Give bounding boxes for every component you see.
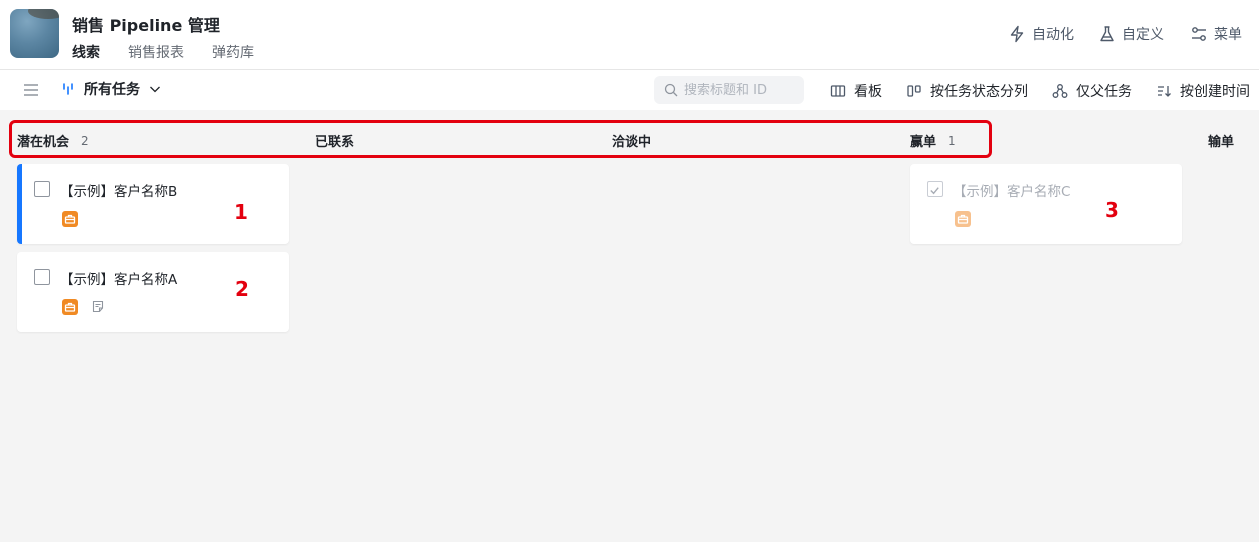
search-input[interactable]: [684, 82, 794, 98]
sort-by-created-button[interactable]: 按创建时间: [1156, 81, 1250, 101]
view-selector[interactable]: 所有任务: [60, 79, 162, 99]
board-icon: [830, 85, 846, 97]
task-title: 【示例】客户名称B: [60, 184, 178, 200]
search-box[interactable]: [654, 76, 804, 104]
menu-label: 菜单: [1214, 27, 1242, 43]
tab-resource-library[interactable]: 弹药库: [212, 42, 254, 62]
annotation-marker-1: 1: [234, 200, 248, 224]
hierarchy-icon: [1052, 84, 1068, 98]
app-header: 销售 Pipeline 管理 线索 销售报表 弹药库 自动化 自定义 菜单: [0, 0, 1259, 72]
toolbar: 所有任务 看板 按任务状态分列 仅父任务 按创建时间: [0, 70, 1259, 110]
column-header-lost: 输单: [1208, 131, 1234, 150]
hamburger-icon[interactable]: [22, 81, 40, 99]
briefcase-icon: [955, 211, 971, 227]
note-icon: [92, 300, 104, 313]
task-checkbox[interactable]: [34, 269, 50, 285]
group-by-status-button[interactable]: 按任务状态分列: [906, 81, 1028, 101]
board-view-label: 看板: [854, 84, 882, 100]
automation-label: 自动化: [1032, 27, 1074, 43]
app-avatar[interactable]: [10, 9, 59, 58]
tab-leads[interactable]: 线索: [72, 42, 100, 72]
task-checkbox[interactable]: [34, 181, 50, 197]
view-selector-label: 所有任务: [84, 82, 140, 98]
settings-sliders-icon: [1192, 27, 1206, 41]
task-title: 【示例】客户名称C: [953, 184, 1071, 200]
page-title: 销售 Pipeline 管理: [72, 16, 220, 35]
sort-icon: [1158, 86, 1171, 97]
automation-button[interactable]: 自动化: [1008, 24, 1074, 44]
view-list-icon: [63, 83, 73, 95]
annotation-marker-2: 2: [235, 277, 249, 301]
checkmark-icon: [930, 187, 939, 195]
task-checkbox-checked[interactable]: [927, 181, 943, 197]
flask-icon: [1100, 26, 1114, 42]
briefcase-icon: [62, 299, 78, 315]
tab-sales-report[interactable]: 销售报表: [128, 42, 184, 62]
chevron-down-icon: [150, 86, 160, 93]
parent-tasks-only-button[interactable]: 仅父任务: [1052, 81, 1132, 101]
customize-button[interactable]: 自定义: [1098, 24, 1164, 44]
parent-tasks-only-label: 仅父任务: [1076, 84, 1132, 100]
task-card[interactable]: 【示例】客户名称B: [17, 164, 289, 244]
board-view-button[interactable]: 看板: [830, 81, 882, 101]
search-icon: [664, 83, 678, 97]
menu-button[interactable]: 菜单: [1190, 24, 1242, 44]
highlight-annotation-box: [9, 120, 992, 158]
column-title: 输单: [1208, 135, 1235, 150]
annotation-marker-3: 3: [1105, 198, 1119, 222]
task-card[interactable]: 【示例】客户名称C: [910, 164, 1182, 244]
sort-by-created-label: 按创建时间: [1180, 84, 1250, 100]
customize-label: 自定义: [1122, 27, 1164, 43]
group-by-status-label: 按任务状态分列: [930, 84, 1028, 100]
task-title: 【示例】客户名称A: [60, 272, 178, 288]
lightning-icon: [1010, 25, 1024, 43]
columns-icon: [907, 85, 921, 97]
briefcase-icon: [62, 211, 78, 227]
